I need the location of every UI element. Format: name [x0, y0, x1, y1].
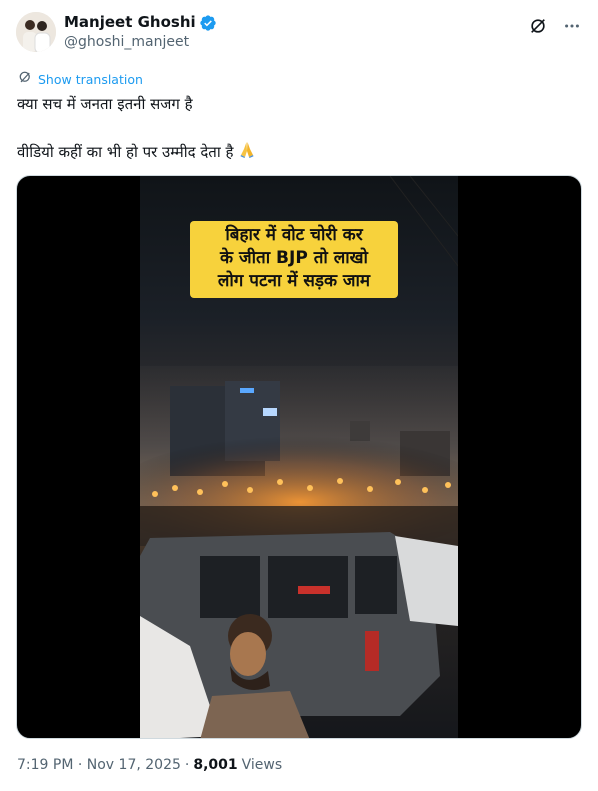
views-count: 8,001 [193, 757, 238, 773]
translate-globe-icon [18, 70, 33, 88]
video-frame: बिहार में वोट चोरी कर के जीता BJP तो लाख… [140, 176, 458, 738]
meta-separator: · [184, 757, 190, 773]
show-translation-link[interactable]: Show translation [18, 70, 143, 88]
avatar[interactable] [16, 12, 56, 52]
tweet-line-2: वीडियो कहीं का भी हो पर उम्मीद देता है [17, 139, 577, 165]
author-display-name[interactable]: Manjeet Ghoshi [64, 13, 196, 32]
tweet-text: क्या सच में जनता इतनी सजग है वीडियो कहीं… [17, 93, 577, 165]
timestamp[interactable]: 7:19 PM · Nov 17, 2025 [17, 757, 181, 773]
video-caption-line-1: बिहार में वोट चोरी कर [225, 225, 363, 245]
tweet-header: Manjeet Ghoshi @ghoshi_manjeet [16, 12, 586, 56]
video-caption-line-2: के जीता BJP तो लाखो [220, 248, 368, 268]
video-caption: बिहार में वोट चोरी कर के जीता BJP तो लाख… [190, 221, 398, 298]
more-dots-icon[interactable] [562, 16, 582, 36]
author-block: Manjeet Ghoshi @ghoshi_manjeet [64, 13, 217, 52]
folded-hands-emoji-icon [237, 139, 257, 165]
tweet-meta: 7:19 PM · Nov 17, 2025 · 8,001 Views [17, 757, 282, 773]
video-player[interactable]: बिहार में वोट चोरी कर के जीता BJP तो लाख… [16, 175, 582, 739]
header-actions [528, 16, 582, 36]
tweet-line-1: क्या सच में जनता इतनी सजग है [17, 95, 193, 113]
verified-badge-icon [199, 14, 217, 32]
video-caption-line-3: लोग पटना में सड़क जाम [217, 271, 371, 291]
grok-slash-circle-icon[interactable] [528, 16, 548, 36]
views-label: Views [241, 757, 283, 773]
show-translation-label: Show translation [38, 71, 143, 87]
tweet-line-2-text: वीडियो कहीं का भी हो पर उम्मीद देता है [17, 143, 234, 161]
author-handle[interactable]: @ghoshi_manjeet [64, 33, 217, 52]
